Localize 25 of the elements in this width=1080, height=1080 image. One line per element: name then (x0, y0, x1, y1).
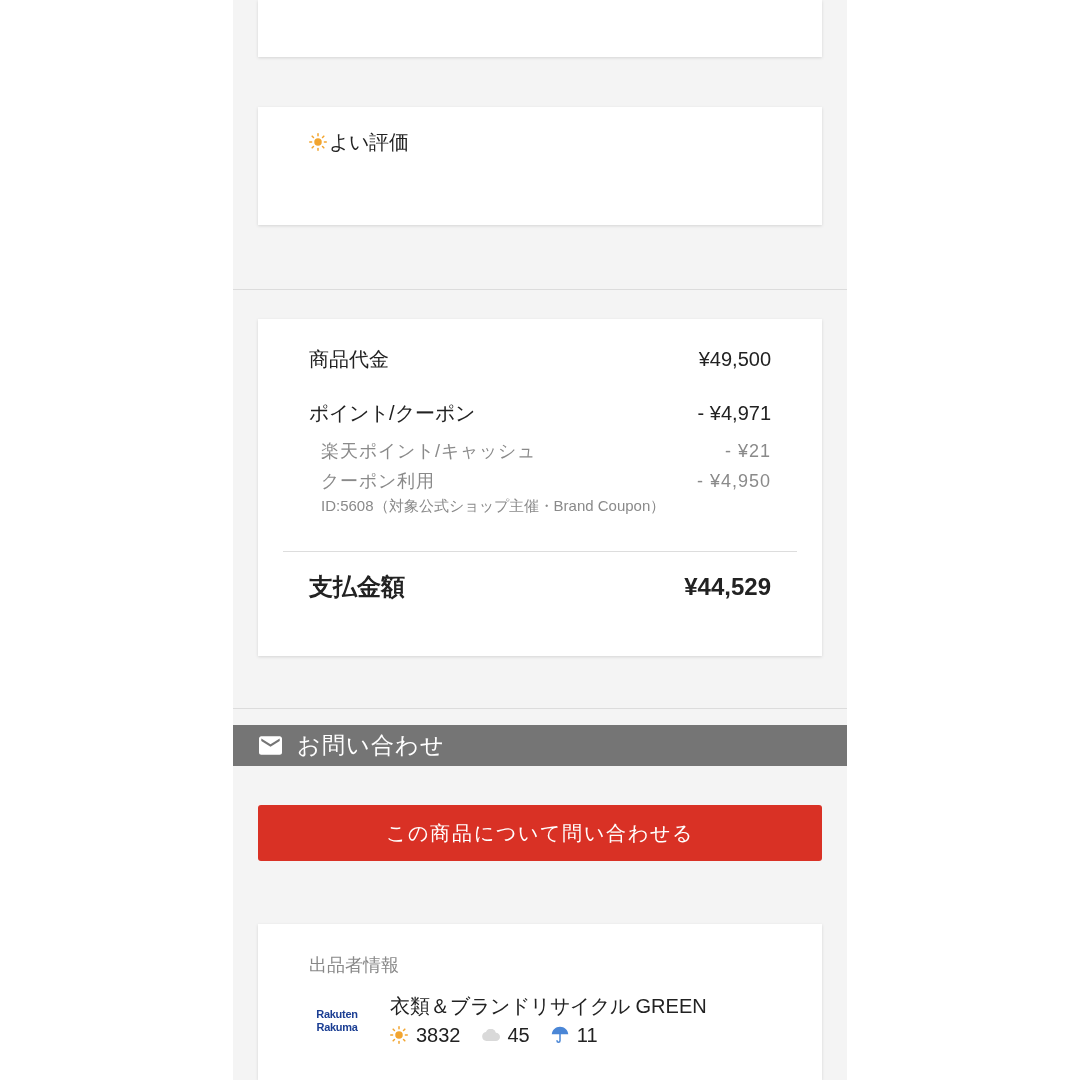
total-label: 支払金額 (309, 572, 405, 602)
price-amount: - ¥21 (724, 440, 771, 463)
umbrella-icon (550, 1026, 569, 1044)
rating-count: 45 (507, 1023, 530, 1048)
rating-label: よい評価 (329, 130, 409, 154)
price-amount: - ¥4,950 (696, 470, 771, 493)
price-amount: ¥49,500 (698, 347, 771, 372)
price-label: ポイント/クーポン (309, 401, 475, 426)
price-amount: - ¥4,971 (697, 401, 771, 426)
seller-heading: 出品者情報 (309, 954, 400, 977)
rating-count: 11 (576, 1023, 598, 1048)
price-label: クーポン利用 (321, 470, 435, 493)
sun-icon (309, 133, 327, 151)
section-title: お問い合わせ (297, 731, 445, 760)
price-label: 商品代金 (309, 347, 389, 372)
sun-icon (390, 1026, 408, 1044)
cloud-icon (481, 1029, 500, 1041)
seller-name[interactable]: 衣類＆ブランドリサイクル GREEN (390, 992, 707, 1020)
rating-count: 3832 (416, 1023, 461, 1048)
contact-button[interactable]: この商品について問い合わせる (258, 805, 822, 861)
total-amount: ¥44,529 (684, 572, 771, 602)
shop-logo: Rakuten Rakuma (315, 1008, 359, 1034)
mail-icon (259, 736, 282, 755)
price-label: 楽天ポイント/キャッシュ (321, 440, 536, 463)
coupon-note: ID:5608（対象公式ショップ主催・Brand Coupon） (320, 496, 667, 516)
